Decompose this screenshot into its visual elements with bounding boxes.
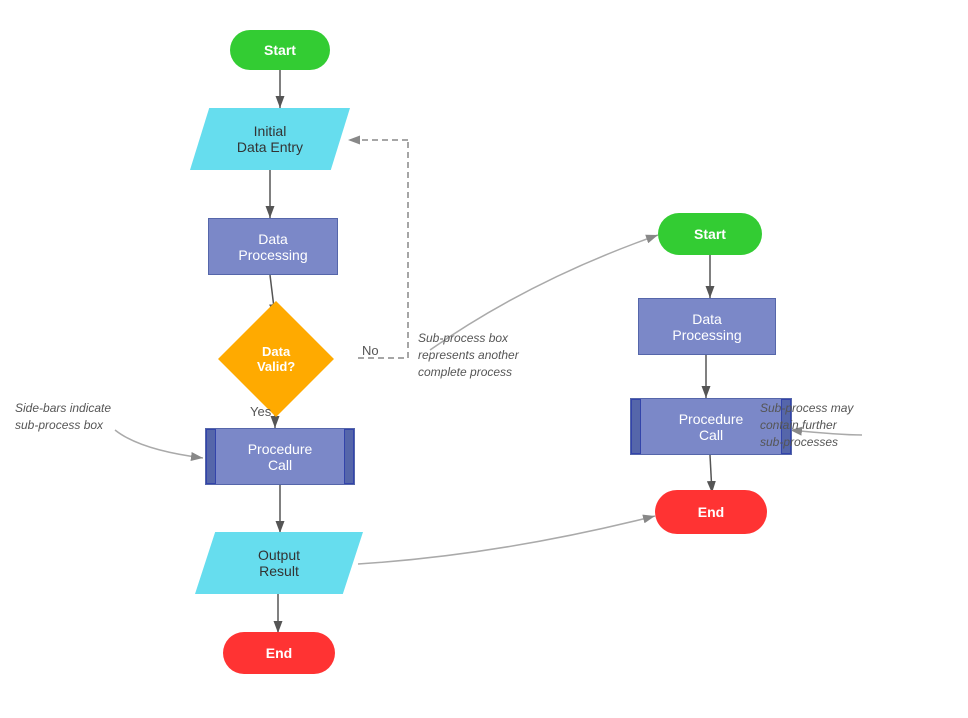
right-start-label: Start — [694, 226, 726, 242]
left-procedure-call-shape: ProcedureCall — [205, 428, 355, 485]
right-data-processing-label: DataProcessing — [672, 311, 741, 343]
left-data-processing-shape: DataProcessing — [208, 218, 338, 275]
subprocess-annotation-text: Sub-process boxrepresents anothercomplet… — [418, 331, 519, 379]
initial-data-label: InitialData Entry — [237, 123, 303, 155]
right-data-processing-shape: DataProcessing — [638, 298, 776, 355]
sidebar-annotation-text: Side-bars indicate sub-process box — [15, 401, 111, 432]
right-procedure-call-label: ProcedureCall — [679, 411, 744, 443]
yes-label: Yes — [250, 403, 271, 421]
diagram-container: Start InitialData Entry DataProcessing D… — [0, 0, 968, 718]
no-label: No — [362, 342, 379, 360]
left-end-terminal: End — [223, 632, 335, 674]
left-start-label: Start — [264, 42, 296, 58]
subproc-further-text: Sub-process maycontain furthersub-proces… — [760, 401, 853, 449]
subprocess-annotation: Sub-process boxrepresents anothercomplet… — [418, 330, 578, 380]
yes-text: Yes — [250, 404, 271, 419]
left-start-terminal: Start — [230, 30, 330, 70]
output-result-label: OutputResult — [258, 547, 300, 579]
right-start-terminal: Start — [658, 213, 762, 255]
sidebar-annotation: Side-bars indicate sub-process box — [15, 400, 135, 434]
decision-shape: DataValid? — [218, 301, 334, 417]
decision-label: DataValid? — [257, 344, 295, 374]
left-data-processing-label: DataProcessing — [238, 231, 307, 263]
left-procedure-call-label: ProcedureCall — [248, 441, 313, 473]
right-end-terminal: End — [655, 490, 767, 534]
left-end-label: End — [266, 645, 292, 661]
initial-data-entry-shape: InitialData Entry — [190, 108, 350, 170]
right-end-label: End — [698, 504, 724, 520]
subproc-further-annotation: Sub-process maycontain furthersub-proces… — [760, 400, 860, 450]
output-result-shape: OutputResult — [195, 532, 363, 594]
no-text: No — [362, 343, 379, 358]
